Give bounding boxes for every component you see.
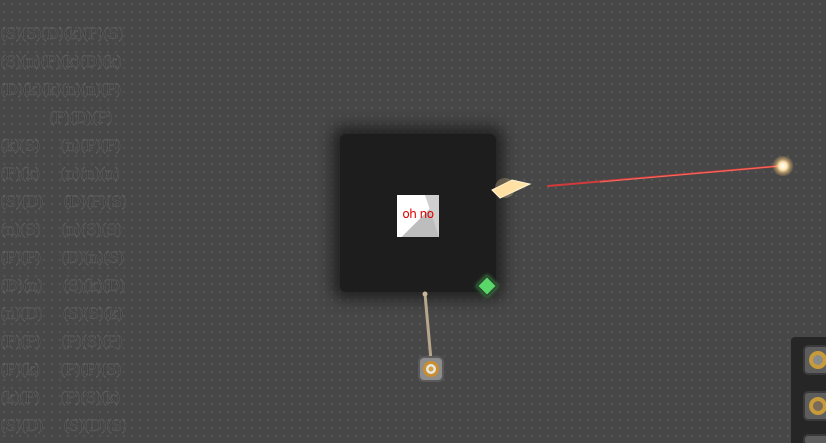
missing-texture-icon: oh no — [397, 195, 439, 237]
block-slot-icon[interactable] — [803, 391, 826, 421]
ore-tile-row: (k)(S) (n)(P)(P) — [0, 136, 122, 156]
ore-tile-grid: (S)(S)(D)(k)(P)(S) (S)(n)(P)(k)(D)(k) (D)(… — [0, 20, 168, 440]
ore-tile-row: (S)(D) (D)(P)(S) — [0, 192, 127, 212]
ore-tile-row: (P)(P) (P)(S)(P) — [0, 332, 123, 352]
unit-tether-line — [423, 292, 433, 362]
ore-tile-row: (D)(n) (S)(k)(D) — [0, 276, 126, 296]
ore-tile-row: (S)(n)(P)(k)(D)(k) — [0, 52, 122, 72]
ore-tile-row: (n)(S) (n)(S)(S) — [0, 220, 123, 240]
ore-tile-row: (P)(D)(P) — [0, 108, 113, 128]
ore-tile-row: (P)(P) (D)(n)(S) — [0, 248, 125, 268]
missing-texture-label: oh no — [402, 207, 434, 221]
laser-muzzle-flash — [771, 156, 795, 176]
block-slot-icon[interactable] — [803, 345, 826, 375]
ore-tile-row: (S)(S)(D)(k)(P)(S) — [0, 24, 124, 44]
ore-tile-row: (S)(D) (S)(D)(S) — [0, 416, 128, 436]
mech-unit-icon[interactable] — [417, 355, 445, 383]
ore-tile-row: (D)(k)(k)(n)(n)(P) — [0, 80, 122, 100]
ore-tile-row: (k)(P) (P)(S)(k) — [0, 388, 121, 408]
game-viewport[interactable]: (S)(S)(D)(k)(P)(S) (S)(n)(P)(k)(D)(k) (D)(… — [0, 0, 826, 443]
tether-anchor — [422, 291, 428, 297]
slot-ring — [809, 351, 826, 369]
bullet-projectile-icon — [491, 179, 532, 199]
slot-ring — [809, 397, 826, 415]
ore-tile-row: (P)(k) (n)(n)(n) — [0, 164, 120, 184]
ore-tile-row: (n)(D) (S)(S)(k) — [0, 304, 124, 324]
block-slot-icon[interactable] — [803, 434, 826, 443]
laser-beam-core — [599, 165, 781, 183]
laser-beam — [547, 165, 781, 187]
ore-tile-row: (P)(k) (P)(P)(S) — [0, 360, 122, 380]
bullet-glow — [495, 178, 515, 198]
